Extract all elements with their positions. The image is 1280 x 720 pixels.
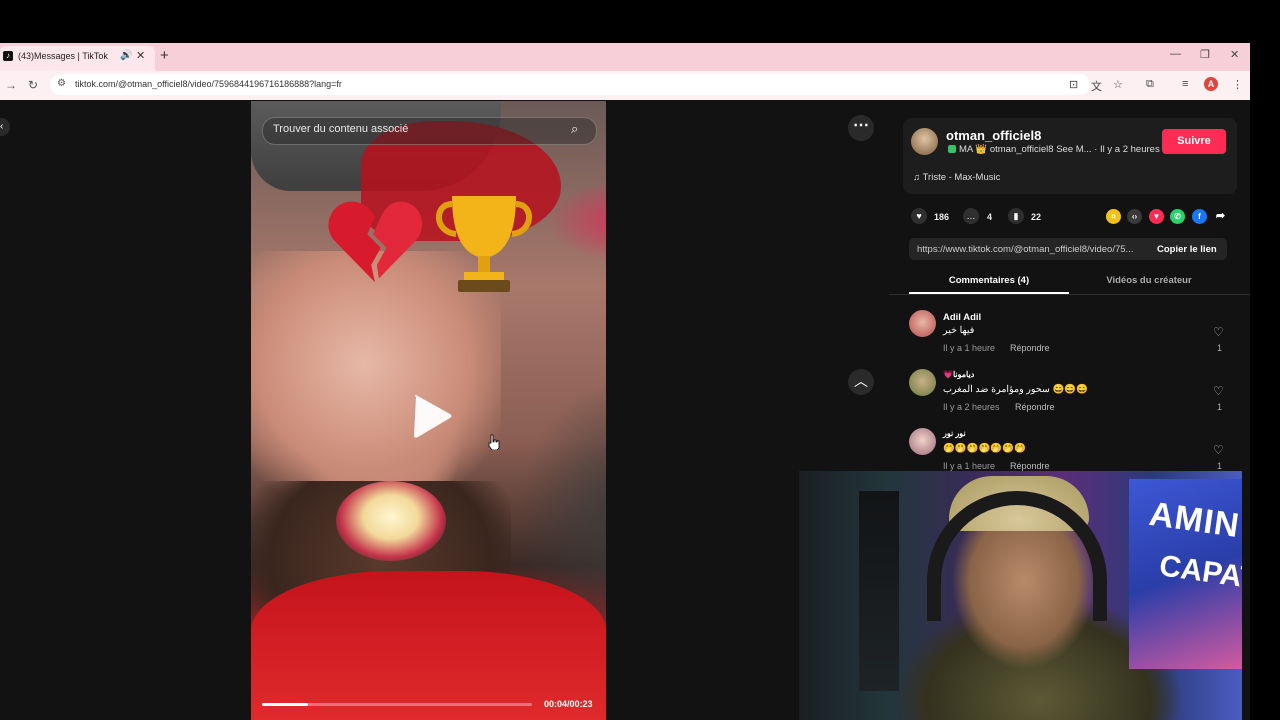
forward-icon[interactable]: → xyxy=(5,78,17,92)
restore-icon[interactable]: ❐ xyxy=(1200,48,1210,61)
video-time: 00:04/00:23 xyxy=(544,699,593,709)
comment-avatar[interactable] xyxy=(909,369,936,396)
install-app-icon[interactable]: ⊡ xyxy=(1069,78,1078,91)
comment-time: Il y a 2 heures xyxy=(943,402,1000,412)
comment-time: Il y a 1 heure xyxy=(943,461,996,471)
chevron-up-icon[interactable]: ︿ xyxy=(848,369,874,395)
save-count: 22 xyxy=(1031,212,1042,222)
comment-time: Il y a 1 heure xyxy=(943,343,996,353)
minimize-icon[interactable]: — xyxy=(1170,48,1181,60)
tab-creator-videos[interactable]: Vidéos du créateur xyxy=(1069,275,1229,286)
new-tab-button[interactable]: + xyxy=(160,47,169,64)
comment-author[interactable]: 💗ديامونا xyxy=(943,370,974,379)
browser-tab-strip xyxy=(0,43,1250,71)
music-title: Triste - Max-Music xyxy=(922,172,1001,183)
comment-icon[interactable]: … xyxy=(963,208,979,224)
tab-divider xyxy=(889,294,1250,295)
media-control-icon[interactable]: ≡ xyxy=(1182,78,1188,90)
window-close-icon[interactable]: ✕ xyxy=(1230,48,1239,61)
video-frame-mouth xyxy=(336,481,446,561)
webcam-shelf xyxy=(859,491,899,691)
music-info[interactable]: ♫ Triste - Max-Music xyxy=(913,172,1000,183)
comment-like-icon[interactable]: ♡ xyxy=(1213,443,1224,457)
copy-link-button[interactable]: Copier le lien xyxy=(1157,244,1217,255)
comment-like-count: 1 xyxy=(1217,343,1223,353)
verified-icon xyxy=(948,145,956,153)
related-search-placeholder: Trouver du contenu associé xyxy=(273,123,409,135)
author-avatar[interactable] xyxy=(911,128,938,155)
reply-button[interactable]: Répondre xyxy=(1015,402,1055,412)
bookmark-icon[interactable]: ▮ xyxy=(1008,208,1024,224)
webcam-overlay: AMIN CAPAT xyxy=(799,471,1242,720)
browser-menu-icon[interactable]: ⋮ xyxy=(1232,78,1243,91)
comment-like-count: 1 xyxy=(1217,461,1223,471)
speaker-icon[interactable]: 🔊 xyxy=(120,50,132,61)
follow-button[interactable]: Suivre xyxy=(1162,129,1226,154)
tab-title: (43)Messages | TikTok xyxy=(18,51,108,61)
translate-icon[interactable]: 文 xyxy=(1091,78,1102,94)
author-name[interactable]: otman_officiel8 xyxy=(946,128,1041,143)
reload-icon[interactable]: ↻ xyxy=(28,78,38,92)
like-count: 186 xyxy=(934,212,950,222)
comment-like-icon[interactable]: ♡ xyxy=(1213,384,1224,398)
comment-count: 4 xyxy=(987,212,993,222)
send-to-friend-icon[interactable]: ▼ xyxy=(1149,209,1164,224)
bookmark-star-icon[interactable]: ☆ xyxy=(1113,78,1123,91)
comment-like-icon[interactable]: ♡ xyxy=(1213,325,1224,339)
search-icon[interactable]: ⌕ xyxy=(571,121,578,137)
comment-author[interactable]: Adil Adil xyxy=(943,312,981,323)
comment-text: فيها خير xyxy=(943,325,975,336)
active-tab-indicator xyxy=(909,292,1069,294)
comment-avatar[interactable] xyxy=(909,428,936,455)
tab-comments[interactable]: Commentaires (4) xyxy=(909,275,1069,286)
extensions-icon[interactable]: ⧉ xyxy=(1146,78,1154,91)
music-note-icon: ♫ xyxy=(913,172,923,183)
share-arrow-icon[interactable]: ➦ xyxy=(1213,209,1228,224)
tiktok-favicon-icon: ♪ xyxy=(3,51,13,61)
author-subtitle: MA 👑 otman_officiel8 See M... · Il y a 2… xyxy=(959,144,1160,155)
more-options-icon[interactable]: ⋯ xyxy=(848,115,874,141)
comment-avatar[interactable] xyxy=(909,310,936,337)
reply-button[interactable]: Répondre xyxy=(1010,343,1050,353)
comment-like-count: 1 xyxy=(1217,402,1223,412)
broken-heart-icon xyxy=(328,201,423,283)
like-heart-icon[interactable]: ♥ xyxy=(911,208,927,224)
coin-icon[interactable]: ¤ xyxy=(1106,209,1121,224)
reply-button[interactable]: Répondre xyxy=(1010,461,1050,471)
video-progress-fill xyxy=(262,703,308,706)
embed-code-icon[interactable]: ‹› xyxy=(1127,209,1142,224)
whatsapp-icon[interactable]: ✆ xyxy=(1170,209,1185,224)
comment-author[interactable]: نور نور xyxy=(943,429,966,438)
comment-text: سحور ومؤامرة ضد المغرب 😄😄😄 xyxy=(943,384,1089,395)
hand-cursor-icon xyxy=(488,434,500,450)
video-link[interactable]: https://www.tiktok.com/@otman_officiel8/… xyxy=(917,244,1133,255)
url-text[interactable]: tiktok.com/@otman_officiel8/video/759684… xyxy=(75,79,342,89)
tab-close-icon[interactable]: ✕ xyxy=(136,49,145,62)
play-icon[interactable] xyxy=(410,393,454,439)
facebook-icon[interactable]: f xyxy=(1192,209,1207,224)
site-settings-icon[interactable]: ⚙ xyxy=(57,78,66,89)
profile-avatar[interactable]: A xyxy=(1204,77,1218,91)
video-frame-hoodie xyxy=(251,571,606,720)
trophy-icon xyxy=(436,196,532,292)
comment-text: 🤭🤭🤭🤭🤭🤭🤭 xyxy=(943,443,1026,454)
